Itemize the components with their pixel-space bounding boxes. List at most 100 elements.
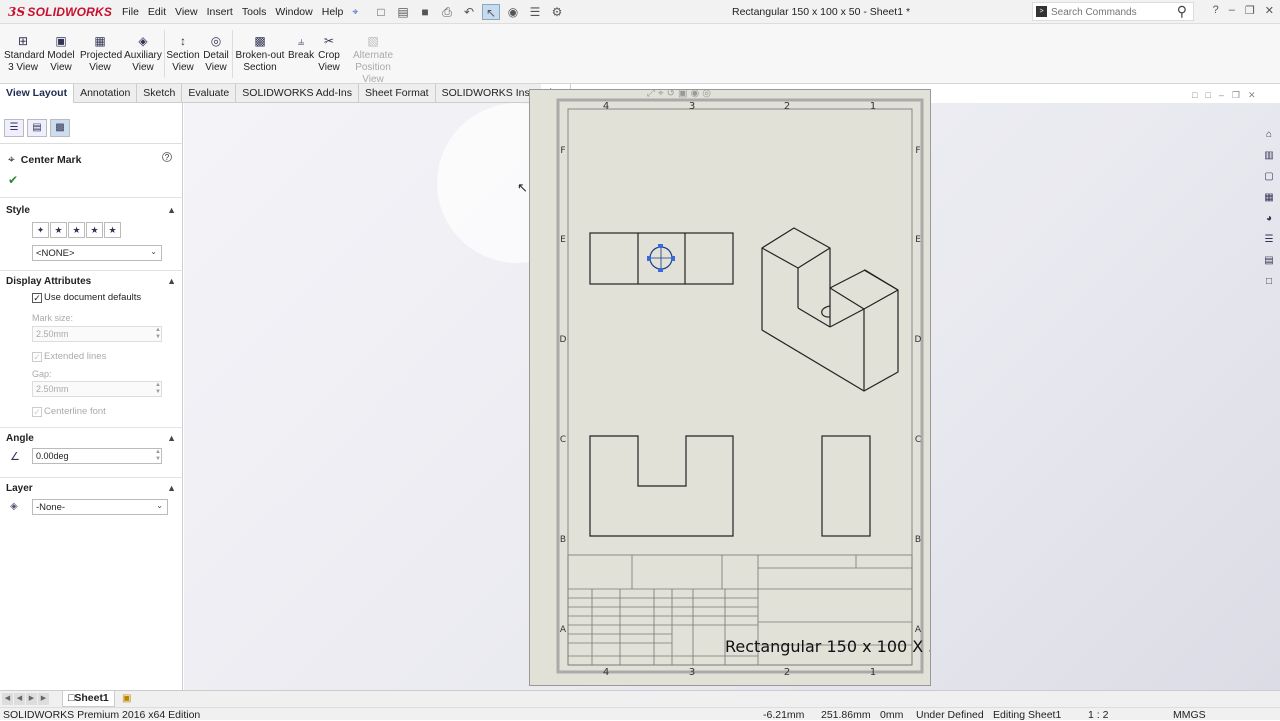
- centerline-font-checkbox[interactable]: ✓ Centerline font: [32, 406, 106, 417]
- help-icon[interactable]: ?: [162, 152, 172, 162]
- solidworks-logo[interactable]: 3S SOLIDWORKS: [8, 5, 112, 19]
- collapse-icon[interactable]: ▲: [167, 276, 176, 286]
- menu-edit[interactable]: Edit: [148, 6, 173, 19]
- menu-window[interactable]: Window: [275, 6, 319, 19]
- restore-icon[interactable]: ❐: [1232, 90, 1240, 101]
- design-library-icon[interactable]: ▥: [1260, 147, 1278, 164]
- status-units[interactable]: MMGS: [1173, 709, 1206, 721]
- add-sheet-icon[interactable]: ▣: [122, 693, 131, 704]
- file-explorer-icon[interactable]: ▢: [1260, 168, 1278, 185]
- gap-input[interactable]: 2.50mm ▲ ▼: [32, 381, 162, 397]
- projected-view-button[interactable]: ▦ Projected View: [80, 34, 122, 74]
- menu-tools[interactable]: Tools: [242, 6, 274, 19]
- tab-annotation[interactable]: Annotation: [74, 84, 138, 103]
- load-style-icon[interactable]: ★: [104, 222, 121, 238]
- front-view[interactable]: [589, 435, 734, 537]
- collapse-icon[interactable]: ▲: [167, 205, 176, 215]
- solidworks-forum-icon[interactable]: ▤: [1260, 252, 1278, 269]
- menu-help[interactable]: Help: [322, 6, 351, 19]
- standard-3-view-button[interactable]: ⊞ Standard 3 View: [4, 34, 45, 74]
- top-view[interactable]: [589, 232, 734, 285]
- viewport-icon[interactable]: □: [1205, 90, 1210, 101]
- save-style-icon[interactable]: ★: [86, 222, 103, 238]
- detail-view-button[interactable]: ◎ Detail View: [202, 34, 230, 74]
- tab-evaluate[interactable]: Evaluate: [182, 84, 237, 103]
- style-select[interactable]: <NONE> ⌄: [32, 245, 162, 261]
- previous-sheet-icon[interactable]: ◀: [14, 693, 25, 705]
- section-view-button[interactable]: ↕ Section View: [166, 34, 200, 74]
- hide-show-items-icon[interactable]: ◎: [702, 88, 711, 99]
- alternate-position-view-button[interactable]: ▧ Alternate Position View: [344, 34, 402, 86]
- view-orientation-icon[interactable]: ▣: [678, 88, 687, 99]
- tab-sketch[interactable]: Sketch: [137, 84, 183, 103]
- broken-out-section-button[interactable]: ▩ Broken-out Section: [235, 34, 285, 74]
- feature-manager-icon[interactable]: ☰: [4, 119, 24, 137]
- rebuild-icon[interactable]: ◉: [504, 4, 522, 20]
- section-display-attributes-header[interactable]: Display Attributes: [6, 276, 91, 287]
- layer-select[interactable]: -None- ⌄: [32, 499, 168, 515]
- apply-style-icon[interactable]: ✦: [32, 222, 49, 238]
- section-layer-header[interactable]: Layer: [6, 483, 33, 494]
- status-scale[interactable]: 1 : 2: [1088, 709, 1108, 721]
- collapse-icon[interactable]: ▲: [167, 483, 176, 493]
- home-icon[interactable]: ⌂: [1260, 126, 1278, 143]
- select-icon[interactable]: ↖: [482, 4, 500, 20]
- center-mark[interactable]: [647, 244, 675, 272]
- section-style-header[interactable]: Style: [6, 205, 30, 216]
- file-properties-icon[interactable]: ☰: [526, 4, 544, 20]
- menu-view[interactable]: View: [175, 6, 205, 19]
- property-manager-icon[interactable]: ▤: [27, 119, 47, 137]
- zoom-to-fit-icon[interactable]: ⤢: [647, 88, 655, 99]
- collapse-icon[interactable]: ▲: [167, 433, 176, 443]
- undo-icon[interactable]: ↶: [460, 4, 478, 20]
- use-document-defaults-checkbox[interactable]: ✓ Use document defaults: [32, 292, 141, 303]
- configuration-manager-icon[interactable]: ▩: [50, 119, 70, 137]
- zoom-to-area-icon[interactable]: ⌖: [658, 88, 664, 99]
- auxiliary-view-button[interactable]: ◈ Auxiliary View: [124, 34, 162, 74]
- right-view[interactable]: [821, 435, 871, 537]
- ok-checkmark-icon[interactable]: ✔: [8, 173, 18, 187]
- first-sheet-icon[interactable]: ◀: [2, 693, 13, 705]
- sheet-tab[interactable]: □Sheet1: [62, 691, 115, 707]
- display-style-icon[interactable]: ◉: [690, 88, 699, 99]
- print-icon[interactable]: ⎙: [438, 4, 456, 20]
- last-sheet-icon[interactable]: ▶: [38, 693, 49, 705]
- custom-properties-icon[interactable]: ☰: [1260, 231, 1278, 248]
- appearances-icon[interactable]: ◕: [1260, 210, 1278, 227]
- search-icon[interactable]: ⚲: [1177, 3, 1187, 20]
- mark-size-input[interactable]: 2.50mm ▲ ▼: [32, 326, 162, 342]
- previous-view-icon[interactable]: ↺: [667, 88, 675, 99]
- delete-style-icon[interactable]: ★: [68, 222, 85, 238]
- options-icon[interactable]: ⚙: [548, 4, 566, 20]
- close-icon[interactable]: ✕: [1248, 90, 1256, 101]
- chat-icon[interactable]: □: [1260, 273, 1278, 290]
- minimize-icon[interactable]: –: [1219, 90, 1224, 101]
- viewport-icon[interactable]: □: [1192, 90, 1197, 101]
- menu-file[interactable]: File: [122, 6, 146, 19]
- gap-label: Gap:: [32, 369, 52, 379]
- extended-lines-checkbox[interactable]: ✓ Extended lines: [32, 351, 106, 362]
- restore-icon[interactable]: ❐: [1245, 4, 1255, 17]
- tab-view-layout[interactable]: View Layout: [0, 84, 75, 103]
- angle-input[interactable]: 0.00deg ▲ ▼: [32, 448, 162, 464]
- save-icon[interactable]: ■: [416, 4, 434, 20]
- break-button[interactable]: ⫨ Break: [288, 34, 314, 62]
- search-input[interactable]: [1051, 5, 1171, 19]
- menu-insert[interactable]: Insert: [207, 6, 240, 19]
- tab-sheet-format[interactable]: Sheet Format: [359, 84, 436, 103]
- help-icon[interactable]: ?: [1213, 4, 1219, 17]
- open-icon[interactable]: ▤: [394, 4, 412, 20]
- isometric-view[interactable]: [761, 227, 899, 392]
- crop-view-button[interactable]: ✂ Crop View: [316, 34, 342, 74]
- model-view-button[interactable]: ▣ Model View: [45, 34, 77, 74]
- add-style-icon[interactable]: ★: [50, 222, 67, 238]
- view-palette-icon[interactable]: ▦: [1260, 189, 1278, 206]
- tab-solidworks-add-ins[interactable]: SOLIDWORKS Add-Ins: [236, 84, 359, 103]
- drawing-sheet[interactable]: 4 3 2 1 4 3 2 1 F E D C B A F E D C B A: [529, 89, 931, 686]
- new-icon[interactable]: □: [372, 4, 390, 20]
- section-angle-header[interactable]: Angle: [6, 433, 34, 444]
- minimize-icon[interactable]: –: [1229, 4, 1235, 17]
- next-sheet-icon[interactable]: ▶: [26, 693, 37, 705]
- close-icon[interactable]: ✕: [1265, 4, 1274, 17]
- pin-icon[interactable]: ⌖: [352, 6, 365, 19]
